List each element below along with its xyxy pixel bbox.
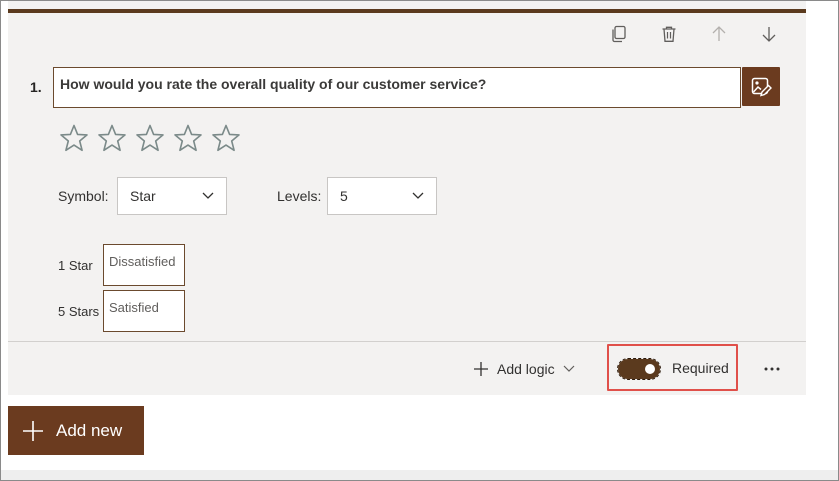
add-new-button[interactable]: Add new xyxy=(8,406,144,455)
scale-high-label: 5 Stars xyxy=(58,304,100,319)
toggle-knob xyxy=(645,364,655,374)
scale-low-input[interactable]: Dissatisfied xyxy=(103,244,185,286)
star-outline-icon[interactable] xyxy=(96,123,128,155)
chevron-down-icon xyxy=(412,192,424,199)
page-bottom-strip xyxy=(0,470,839,481)
question-card[interactable]: 1. How would you rate the overall qualit… xyxy=(8,0,806,395)
star-outline-icon[interactable] xyxy=(58,123,90,155)
copy-icon xyxy=(612,25,626,43)
star-outline-icon[interactable] xyxy=(210,123,242,155)
move-up-icon xyxy=(712,26,726,41)
scale-low-label: 1 Star xyxy=(58,258,93,273)
move-down-button[interactable] xyxy=(755,20,783,48)
chevron-down-icon xyxy=(563,365,575,372)
scale-high-input[interactable]: Satisfied xyxy=(103,290,185,332)
delete-question-button[interactable] xyxy=(655,20,683,48)
chevron-down-icon xyxy=(202,192,214,199)
move-down-icon xyxy=(762,27,776,42)
question-title-input[interactable]: How would you rate the overall quality o… xyxy=(53,67,741,108)
add-logic-label: Add logic xyxy=(497,361,555,377)
star-outline-icon[interactable] xyxy=(172,123,204,155)
required-toggle[interactable] xyxy=(617,358,661,380)
more-options-button[interactable] xyxy=(758,358,786,380)
levels-label: Levels: xyxy=(277,188,322,204)
levels-value: 5 xyxy=(340,188,348,204)
delete-icon xyxy=(662,26,676,42)
plus-icon xyxy=(23,420,43,441)
levels-select[interactable]: 5 xyxy=(327,177,437,215)
insert-media-button[interactable] xyxy=(742,67,780,106)
required-label: Required xyxy=(672,360,729,376)
star-outline-icon[interactable] xyxy=(134,123,166,155)
symbol-value: Star xyxy=(130,188,156,204)
card-accent-bar xyxy=(8,9,806,13)
add-new-label: Add new xyxy=(56,420,123,440)
footer-divider xyxy=(8,341,806,342)
image-edit-icon xyxy=(751,77,772,97)
move-up-button[interactable] xyxy=(705,20,733,48)
rating-preview xyxy=(58,123,242,155)
add-logic-button[interactable]: Add logic xyxy=(473,358,575,380)
symbol-label: Symbol: xyxy=(58,188,109,204)
plus-icon xyxy=(474,362,488,376)
symbol-select[interactable]: Star xyxy=(117,177,227,215)
copy-question-button[interactable] xyxy=(605,20,633,48)
question-number: 1. xyxy=(30,79,42,95)
more-options-icon xyxy=(764,367,780,371)
